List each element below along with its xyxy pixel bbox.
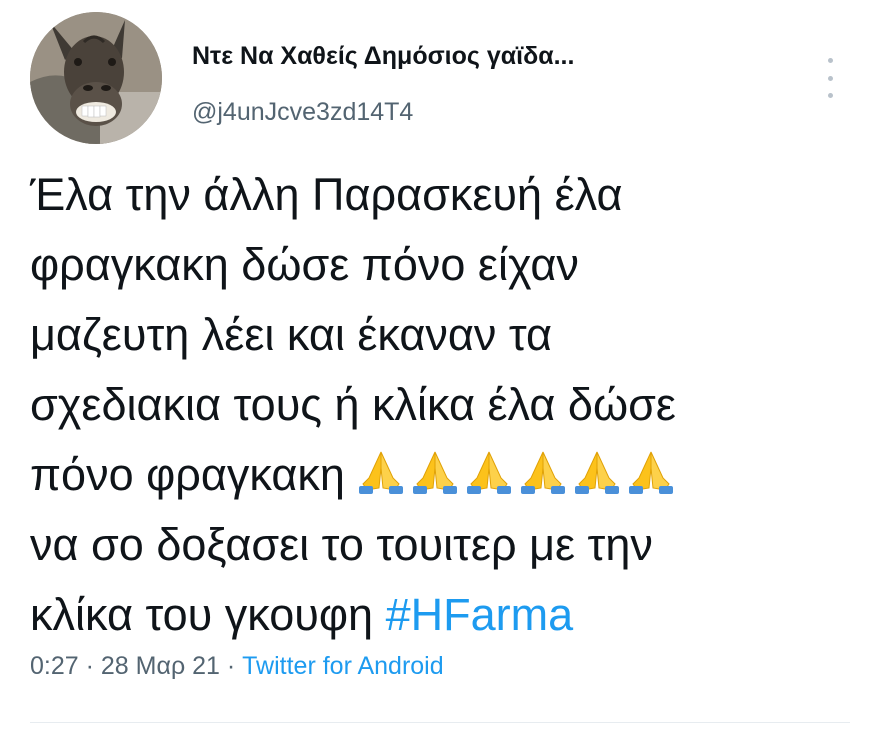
hashtag-link[interactable]: #HFarma — [386, 589, 574, 640]
author-display-name[interactable]: Ντε Να Χαθείς Δημόσιος γαϊδα... — [192, 42, 574, 71]
folded-hands-icon — [629, 451, 674, 494]
tweet-line: σχεδιακια τους ή κλίκα έλα δώσε — [30, 379, 676, 430]
tweet-text: Έλα την άλλη Παρασκευή έλα φραγκακη δώσε… — [30, 160, 860, 650]
more-options-icon[interactable] — [818, 58, 842, 98]
tweet-line-text: κλίκα του γκουφη — [30, 589, 374, 640]
folded-hands-icon — [359, 451, 404, 494]
more-dot — [827, 58, 833, 63]
more-dot — [827, 93, 833, 98]
tweet-line-with-hashtag: κλίκα του γκουφη #HFarma — [30, 580, 860, 650]
donkey-avatar[interactable] — [30, 12, 162, 144]
tweet-line: να σο δοξασει το τουιτερ με την — [30, 519, 653, 570]
tweet-card: Ντε Να Χαθείς Δημόσιος γαϊδα... @j4unJcv… — [0, 0, 880, 736]
tweet-time[interactable]: 0:27 — [30, 652, 79, 680]
meta-separator: · — [85, 652, 94, 680]
tweet-line: μαζευτη λέει και έκαναν τα — [30, 309, 553, 360]
folded-hands-icon — [413, 451, 458, 494]
tweet-line-with-emoji: πόνο φραγκακη — [30, 440, 860, 510]
folded-hands-icon — [467, 451, 512, 494]
meta-separator: · — [226, 652, 236, 680]
author-handle[interactable]: @j4unJcve3zd14T4 — [192, 98, 413, 127]
tweet-source-link[interactable]: Twitter for Android — [242, 652, 443, 680]
tweet-line-text: πόνο φραγκακη — [30, 449, 345, 500]
tweet-date[interactable]: 28 Μαρ 21 — [101, 652, 220, 680]
tweet-line: Έλα την άλλη Παρασκευή έλα — [30, 169, 623, 220]
emoji-row — [357, 449, 681, 500]
more-dot — [827, 75, 833, 81]
folded-hands-icon — [521, 451, 566, 494]
tweet-meta: 0:27 · 28 Μαρ 21 · Twitter for Android — [30, 652, 444, 681]
folded-hands-icon — [575, 451, 620, 494]
tweet-line: φραγκακη δώσε πόνο είχαν — [30, 239, 579, 290]
divider — [30, 722, 850, 723]
